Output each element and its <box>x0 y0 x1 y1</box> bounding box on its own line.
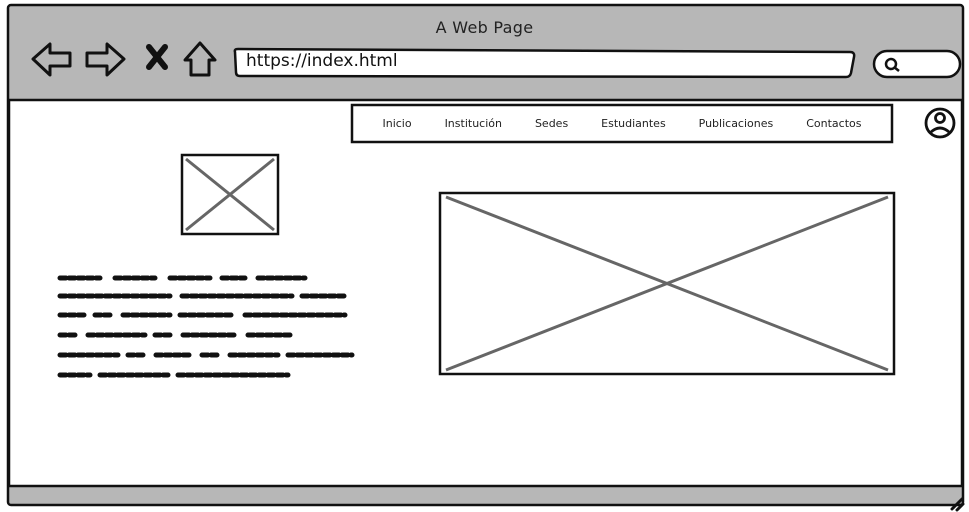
window-title: A Web Page <box>435 18 534 37</box>
nav-item-contactos[interactable]: Contactos <box>806 117 861 130</box>
nav-item-publicaciones[interactable]: Publicaciones <box>699 117 774 130</box>
image-placeholder-small <box>180 153 280 236</box>
browser-chrome <box>6 3 965 512</box>
nav-item-inicio[interactable]: Inicio <box>382 117 411 130</box>
image-placeholder-large <box>438 191 896 376</box>
browser-window: A Web Page https://index.html Inicio Ins… <box>0 0 969 512</box>
nav-item-sedes[interactable]: Sedes <box>535 117 568 130</box>
address-bar-url[interactable]: https://index.html <box>246 51 398 71</box>
nav-item-estudiantes[interactable]: Estudiantes <box>601 117 666 130</box>
nav-item-institucion[interactable]: Institución <box>445 117 502 130</box>
nav-menu: Inicio Institución Sedes Estudiantes Pub… <box>352 105 892 142</box>
